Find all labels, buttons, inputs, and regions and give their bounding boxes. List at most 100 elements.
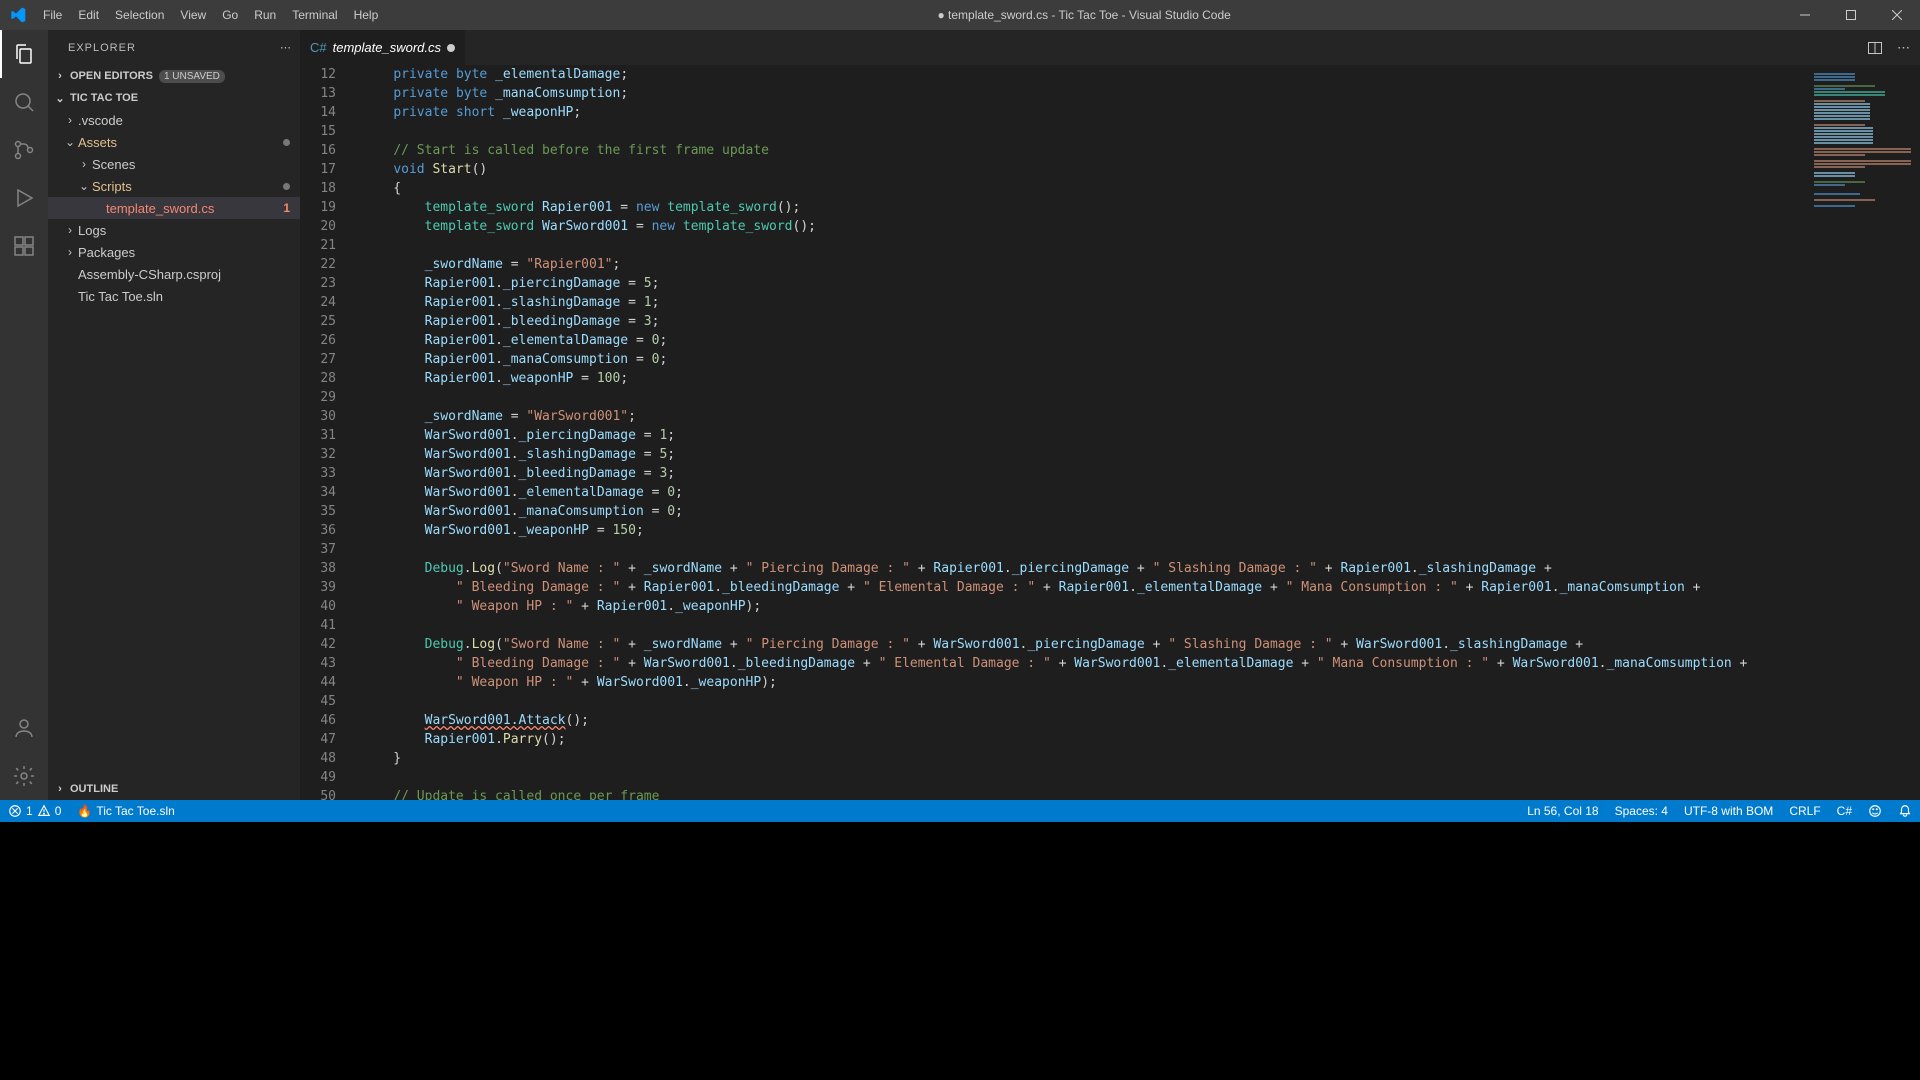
split-editor-icon[interactable] — [1867, 40, 1883, 56]
code-line[interactable]: { — [362, 179, 1810, 198]
menu-go[interactable]: Go — [214, 0, 246, 30]
run-debug-icon[interactable] — [0, 174, 48, 222]
flame-icon: 🔥 — [77, 804, 92, 818]
code-line[interactable]: // Start is called before the first fram… — [362, 141, 1810, 160]
source-control-icon[interactable] — [0, 126, 48, 174]
tree-item-label: Assembly-CSharp.csproj — [78, 267, 221, 282]
more-actions-icon[interactable]: ⋯ — [1897, 40, 1910, 56]
sb-spaces[interactable]: Spaces: 4 — [1607, 804, 1676, 818]
sb-cursor[interactable]: Ln 56, Col 18 — [1519, 804, 1606, 818]
open-editors-section[interactable]: › OPEN EDITORS 1 UNSAVED — [48, 65, 300, 87]
code-line[interactable]: Rapier001._manaComsumption = 0; — [362, 350, 1810, 369]
sb-eol[interactable]: CRLF — [1781, 804, 1828, 818]
account-icon[interactable] — [0, 704, 48, 752]
code-line[interactable] — [362, 236, 1810, 255]
code-editor[interactable]: 1213141516171819202122232425262728293031… — [300, 65, 1920, 800]
minimap[interactable] — [1810, 65, 1920, 800]
code-line[interactable]: private byte _manaComsumption; — [362, 84, 1810, 103]
line-number: 12 — [300, 65, 336, 84]
tree-item[interactable]: template_sword.cs1 — [48, 197, 300, 219]
sb-bell-icon[interactable] — [1890, 804, 1920, 818]
modified-dot-icon — [283, 183, 290, 190]
tree-item[interactable]: ⌄Scripts — [48, 175, 300, 197]
sb-language[interactable]: C# — [1829, 804, 1860, 818]
code-line[interactable] — [362, 768, 1810, 787]
code-line[interactable]: Rapier001._weaponHP = 100; — [362, 369, 1810, 388]
code-line[interactable] — [362, 540, 1810, 559]
menu-file[interactable]: File — [35, 0, 70, 30]
code-line[interactable]: template_sword WarSword001 = new templat… — [362, 217, 1810, 236]
code-line[interactable]: WarSword001._piercingDamage = 1; — [362, 426, 1810, 445]
tree-item[interactable]: ›Logs — [48, 219, 300, 241]
line-number: 26 — [300, 331, 336, 350]
code-line[interactable]: Rapier001._piercingDamage = 5; — [362, 274, 1810, 293]
cursor-pos: Ln 56, Col 18 — [1527, 804, 1598, 818]
code-line[interactable]: WarSword001._manaComsumption = 0; — [362, 502, 1810, 521]
menu-help[interactable]: Help — [346, 0, 387, 30]
minimize-button[interactable] — [1782, 0, 1828, 30]
tab-template-sword[interactable]: C# template_sword.cs — [300, 30, 466, 65]
activity-bar — [0, 30, 48, 800]
code-line[interactable]: WarSword001._elementalDamage = 0; — [362, 483, 1810, 502]
tree-item[interactable]: ›Scenes — [48, 153, 300, 175]
code-line[interactable]: WarSword001._slashingDamage = 5; — [362, 445, 1810, 464]
line-number: 35 — [300, 502, 336, 521]
menu-run[interactable]: Run — [246, 0, 284, 30]
code-line[interactable]: // Update is called once per frame — [362, 787, 1810, 800]
tree-item[interactable]: ›Packages — [48, 241, 300, 263]
code-line[interactable]: Rapier001._elementalDamage = 0; — [362, 331, 1810, 350]
sb-errors[interactable]: 1 0 — [0, 804, 69, 818]
tree-item[interactable]: Tic Tac Toe.sln — [48, 285, 300, 307]
code-line[interactable] — [362, 388, 1810, 407]
line-number: 49 — [300, 768, 336, 787]
code-line[interactable]: " Bleeding Damage : " + Rapier001._bleed… — [362, 578, 1810, 597]
code-line[interactable]: " Weapon HP : " + Rapier001._weaponHP); — [362, 597, 1810, 616]
tree-item[interactable]: ⌄Assets — [48, 131, 300, 153]
extensions-icon[interactable] — [0, 222, 48, 270]
code-line[interactable] — [362, 692, 1810, 711]
code-line[interactable]: WarSword001._bleedingDamage = 3; — [362, 464, 1810, 483]
code-line[interactable]: } — [362, 749, 1810, 768]
code-line[interactable] — [362, 122, 1810, 141]
tree-item[interactable]: Assembly-CSharp.csproj — [48, 263, 300, 285]
sb-encoding[interactable]: UTF-8 with BOM — [1676, 804, 1781, 818]
menu-view[interactable]: View — [172, 0, 214, 30]
code-line[interactable]: private short _weaponHP; — [362, 103, 1810, 122]
code-line[interactable]: WarSword001.Attack(); — [362, 711, 1810, 730]
sb-feedback-icon[interactable] — [1860, 804, 1890, 818]
titlebar: FileEditSelectionViewGoRunTerminalHelp ●… — [0, 0, 1920, 30]
code-line[interactable]: void Start() — [362, 160, 1810, 179]
menu-selection[interactable]: Selection — [107, 0, 172, 30]
code-line[interactable]: " Weapon HP : " + WarSword001._weaponHP)… — [362, 673, 1810, 692]
chevron-icon: › — [62, 223, 78, 237]
code-line[interactable]: Debug.Log("Sword Name : " + _swordName +… — [362, 635, 1810, 654]
outline-section[interactable]: › OUTLINE — [48, 778, 300, 800]
code-line[interactable]: template_sword Rapier001 = new template_… — [362, 198, 1810, 217]
tree-item[interactable]: ›.vscode — [48, 109, 300, 131]
code-line[interactable]: " Bleeding Damage : " + WarSword001._ble… — [362, 654, 1810, 673]
code-line[interactable]: _swordName = "Rapier001"; — [362, 255, 1810, 274]
code-line[interactable]: Debug.Log("Sword Name : " + _swordName +… — [362, 559, 1810, 578]
settings-gear-icon[interactable] — [0, 752, 48, 800]
maximize-button[interactable] — [1828, 0, 1874, 30]
code-line[interactable]: WarSword001._weaponHP = 150; — [362, 521, 1810, 540]
close-button[interactable] — [1874, 0, 1920, 30]
code-line[interactable]: Rapier001._slashingDamage = 1; — [362, 293, 1810, 312]
code-line[interactable]: Rapier001._bleedingDamage = 3; — [362, 312, 1810, 331]
menu-edit[interactable]: Edit — [70, 0, 107, 30]
explorer-icon[interactable] — [0, 30, 48, 78]
line-number: 45 — [300, 692, 336, 711]
line-number: 38 — [300, 559, 336, 578]
code-line[interactable]: Rapier001.Parry(); — [362, 730, 1810, 749]
sb-solution[interactable]: 🔥 Tic Tac Toe.sln — [69, 804, 182, 818]
project-section[interactable]: ⌄ TIC TAC TOE — [48, 87, 300, 109]
unsaved-dot-icon — [447, 44, 455, 52]
code-content[interactable]: private byte _elementalDamage; private b… — [362, 65, 1810, 800]
code-line[interactable] — [362, 616, 1810, 635]
menu-terminal[interactable]: Terminal — [284, 0, 345, 30]
more-icon[interactable]: ⋯ — [280, 41, 292, 54]
search-icon[interactable] — [0, 78, 48, 126]
code-line[interactable]: private byte _elementalDamage; — [362, 65, 1810, 84]
code-line[interactable]: _swordName = "WarSword001"; — [362, 407, 1810, 426]
window-title: ● template_sword.cs - Tic Tac Toe - Visu… — [386, 8, 1782, 22]
